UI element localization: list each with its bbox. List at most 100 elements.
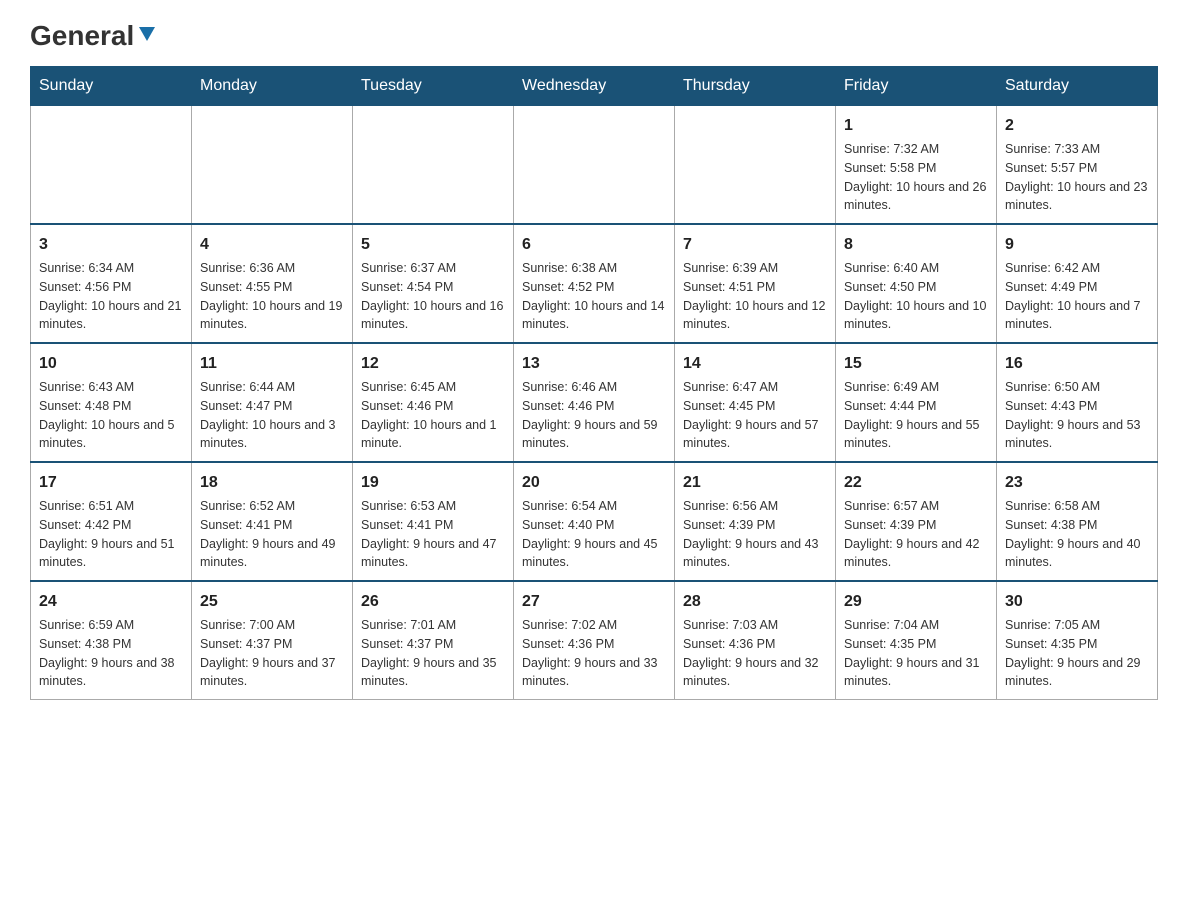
table-cell: 5Sunrise: 6:37 AMSunset: 4:54 PMDaylight… bbox=[353, 224, 514, 343]
table-cell: 12Sunrise: 6:45 AMSunset: 4:46 PMDayligh… bbox=[353, 343, 514, 462]
day-number: 7 bbox=[683, 233, 827, 257]
table-cell: 28Sunrise: 7:03 AMSunset: 4:36 PMDayligh… bbox=[675, 581, 836, 700]
table-cell: 23Sunrise: 6:58 AMSunset: 4:38 PMDayligh… bbox=[997, 462, 1158, 581]
day-number: 3 bbox=[39, 233, 183, 257]
logo: General bbox=[30, 20, 158, 46]
table-cell bbox=[514, 106, 675, 225]
day-number: 6 bbox=[522, 233, 666, 257]
day-number: 18 bbox=[200, 471, 344, 495]
table-cell: 25Sunrise: 7:00 AMSunset: 4:37 PMDayligh… bbox=[192, 581, 353, 700]
day-info: Sunrise: 6:45 AMSunset: 4:46 PMDaylight:… bbox=[361, 378, 505, 453]
day-number: 30 bbox=[1005, 590, 1149, 614]
table-cell: 19Sunrise: 6:53 AMSunset: 4:41 PMDayligh… bbox=[353, 462, 514, 581]
day-info: Sunrise: 6:52 AMSunset: 4:41 PMDaylight:… bbox=[200, 497, 344, 572]
day-number: 12 bbox=[361, 352, 505, 376]
day-number: 25 bbox=[200, 590, 344, 614]
day-info: Sunrise: 7:33 AMSunset: 5:57 PMDaylight:… bbox=[1005, 140, 1149, 215]
day-info: Sunrise: 6:53 AMSunset: 4:41 PMDaylight:… bbox=[361, 497, 505, 572]
table-cell: 1Sunrise: 7:32 AMSunset: 5:58 PMDaylight… bbox=[836, 106, 997, 225]
day-info: Sunrise: 6:42 AMSunset: 4:49 PMDaylight:… bbox=[1005, 259, 1149, 334]
day-number: 28 bbox=[683, 590, 827, 614]
day-info: Sunrise: 7:00 AMSunset: 4:37 PMDaylight:… bbox=[200, 616, 344, 691]
logo-triangle-icon bbox=[136, 23, 158, 45]
day-info: Sunrise: 6:37 AMSunset: 4:54 PMDaylight:… bbox=[361, 259, 505, 334]
day-info: Sunrise: 6:49 AMSunset: 4:44 PMDaylight:… bbox=[844, 378, 988, 453]
day-number: 16 bbox=[1005, 352, 1149, 376]
day-number: 2 bbox=[1005, 114, 1149, 138]
day-number: 4 bbox=[200, 233, 344, 257]
day-number: 23 bbox=[1005, 471, 1149, 495]
day-info: Sunrise: 6:56 AMSunset: 4:39 PMDaylight:… bbox=[683, 497, 827, 572]
table-cell: 27Sunrise: 7:02 AMSunset: 4:36 PMDayligh… bbox=[514, 581, 675, 700]
day-info: Sunrise: 7:02 AMSunset: 4:36 PMDaylight:… bbox=[522, 616, 666, 691]
day-info: Sunrise: 7:05 AMSunset: 4:35 PMDaylight:… bbox=[1005, 616, 1149, 691]
table-cell: 18Sunrise: 6:52 AMSunset: 4:41 PMDayligh… bbox=[192, 462, 353, 581]
table-cell bbox=[192, 106, 353, 225]
calendar-week-3: 10Sunrise: 6:43 AMSunset: 4:48 PMDayligh… bbox=[31, 343, 1158, 462]
day-number: 14 bbox=[683, 352, 827, 376]
table-cell: 3Sunrise: 6:34 AMSunset: 4:56 PMDaylight… bbox=[31, 224, 192, 343]
day-info: Sunrise: 6:34 AMSunset: 4:56 PMDaylight:… bbox=[39, 259, 183, 334]
day-number: 11 bbox=[200, 352, 344, 376]
col-tuesday: Tuesday bbox=[353, 67, 514, 106]
day-info: Sunrise: 7:01 AMSunset: 4:37 PMDaylight:… bbox=[361, 616, 505, 691]
day-number: 1 bbox=[844, 114, 988, 138]
table-cell: 15Sunrise: 6:49 AMSunset: 4:44 PMDayligh… bbox=[836, 343, 997, 462]
table-cell: 4Sunrise: 6:36 AMSunset: 4:55 PMDaylight… bbox=[192, 224, 353, 343]
day-number: 19 bbox=[361, 471, 505, 495]
day-info: Sunrise: 7:03 AMSunset: 4:36 PMDaylight:… bbox=[683, 616, 827, 691]
table-cell: 6Sunrise: 6:38 AMSunset: 4:52 PMDaylight… bbox=[514, 224, 675, 343]
table-cell: 11Sunrise: 6:44 AMSunset: 4:47 PMDayligh… bbox=[192, 343, 353, 462]
table-cell: 24Sunrise: 6:59 AMSunset: 4:38 PMDayligh… bbox=[31, 581, 192, 700]
day-number: 5 bbox=[361, 233, 505, 257]
col-sunday: Sunday bbox=[31, 67, 192, 106]
table-cell: 16Sunrise: 6:50 AMSunset: 4:43 PMDayligh… bbox=[997, 343, 1158, 462]
calendar-week-4: 17Sunrise: 6:51 AMSunset: 4:42 PMDayligh… bbox=[31, 462, 1158, 581]
day-info: Sunrise: 6:51 AMSunset: 4:42 PMDaylight:… bbox=[39, 497, 183, 572]
col-thursday: Thursday bbox=[675, 67, 836, 106]
table-cell: 21Sunrise: 6:56 AMSunset: 4:39 PMDayligh… bbox=[675, 462, 836, 581]
logo-general: General bbox=[30, 20, 134, 52]
day-info: Sunrise: 6:59 AMSunset: 4:38 PMDaylight:… bbox=[39, 616, 183, 691]
day-info: Sunrise: 6:58 AMSunset: 4:38 PMDaylight:… bbox=[1005, 497, 1149, 572]
day-info: Sunrise: 6:39 AMSunset: 4:51 PMDaylight:… bbox=[683, 259, 827, 334]
day-info: Sunrise: 6:46 AMSunset: 4:46 PMDaylight:… bbox=[522, 378, 666, 453]
calendar-table: Sunday Monday Tuesday Wednesday Thursday… bbox=[30, 66, 1158, 700]
table-cell: 20Sunrise: 6:54 AMSunset: 4:40 PMDayligh… bbox=[514, 462, 675, 581]
day-number: 26 bbox=[361, 590, 505, 614]
table-cell: 29Sunrise: 7:04 AMSunset: 4:35 PMDayligh… bbox=[836, 581, 997, 700]
table-cell: 30Sunrise: 7:05 AMSunset: 4:35 PMDayligh… bbox=[997, 581, 1158, 700]
day-info: Sunrise: 6:40 AMSunset: 4:50 PMDaylight:… bbox=[844, 259, 988, 334]
col-monday: Monday bbox=[192, 67, 353, 106]
day-number: 10 bbox=[39, 352, 183, 376]
table-cell: 2Sunrise: 7:33 AMSunset: 5:57 PMDaylight… bbox=[997, 106, 1158, 225]
day-number: 29 bbox=[844, 590, 988, 614]
day-number: 21 bbox=[683, 471, 827, 495]
day-info: Sunrise: 6:57 AMSunset: 4:39 PMDaylight:… bbox=[844, 497, 988, 572]
col-wednesday: Wednesday bbox=[514, 67, 675, 106]
day-info: Sunrise: 6:38 AMSunset: 4:52 PMDaylight:… bbox=[522, 259, 666, 334]
col-friday: Friday bbox=[836, 67, 997, 106]
day-number: 8 bbox=[844, 233, 988, 257]
table-cell: 8Sunrise: 6:40 AMSunset: 4:50 PMDaylight… bbox=[836, 224, 997, 343]
table-cell: 7Sunrise: 6:39 AMSunset: 4:51 PMDaylight… bbox=[675, 224, 836, 343]
table-cell bbox=[353, 106, 514, 225]
table-cell: 9Sunrise: 6:42 AMSunset: 4:49 PMDaylight… bbox=[997, 224, 1158, 343]
day-number: 9 bbox=[1005, 233, 1149, 257]
table-cell: 10Sunrise: 6:43 AMSunset: 4:48 PMDayligh… bbox=[31, 343, 192, 462]
table-cell: 17Sunrise: 6:51 AMSunset: 4:42 PMDayligh… bbox=[31, 462, 192, 581]
table-cell bbox=[675, 106, 836, 225]
day-number: 15 bbox=[844, 352, 988, 376]
day-number: 20 bbox=[522, 471, 666, 495]
day-info: Sunrise: 6:43 AMSunset: 4:48 PMDaylight:… bbox=[39, 378, 183, 453]
day-number: 13 bbox=[522, 352, 666, 376]
day-info: Sunrise: 7:32 AMSunset: 5:58 PMDaylight:… bbox=[844, 140, 988, 215]
table-cell bbox=[31, 106, 192, 225]
day-info: Sunrise: 6:50 AMSunset: 4:43 PMDaylight:… bbox=[1005, 378, 1149, 453]
day-info: Sunrise: 6:44 AMSunset: 4:47 PMDaylight:… bbox=[200, 378, 344, 453]
calendar-week-5: 24Sunrise: 6:59 AMSunset: 4:38 PMDayligh… bbox=[31, 581, 1158, 700]
day-number: 27 bbox=[522, 590, 666, 614]
day-number: 24 bbox=[39, 590, 183, 614]
table-cell: 13Sunrise: 6:46 AMSunset: 4:46 PMDayligh… bbox=[514, 343, 675, 462]
day-info: Sunrise: 7:04 AMSunset: 4:35 PMDaylight:… bbox=[844, 616, 988, 691]
